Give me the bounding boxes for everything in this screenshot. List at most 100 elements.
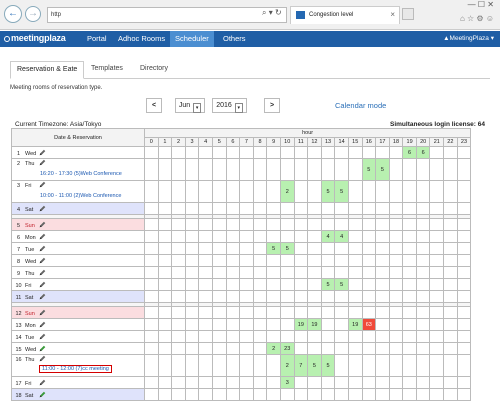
hour-cell	[211, 230, 227, 243]
hour-cell	[225, 306, 241, 319]
window-controls[interactable]: — ☐ ✕	[468, 0, 494, 9]
browser-toolbar-icons[interactable]: ⌂ ☆ ⚙ ☺	[460, 14, 494, 23]
app-logo[interactable]: meetingplaza	[4, 33, 66, 43]
hour-cell	[293, 330, 309, 343]
hour-cell	[239, 230, 254, 243]
pencil-icon[interactable]	[39, 379, 46, 386]
hour-cell	[211, 146, 227, 159]
hour-cell	[293, 218, 309, 231]
hour-cell	[334, 254, 349, 267]
hour-cell	[375, 342, 390, 355]
hour-cell	[429, 354, 445, 377]
hour-cell	[293, 278, 309, 291]
hour-cell	[171, 290, 186, 303]
hour-cell	[334, 318, 349, 331]
pencil-icon[interactable]	[39, 345, 46, 352]
address-bar-icons[interactable]: ⌕ ▾ ↻	[262, 8, 282, 18]
back-arrow-icon[interactable]: ←	[4, 5, 22, 23]
hour-cell	[184, 158, 200, 181]
tab-templates[interactable]: Templates	[85, 61, 129, 79]
pencil-icon[interactable]	[39, 257, 46, 264]
hour-cell	[211, 388, 227, 401]
pencil-icon[interactable]	[39, 233, 46, 240]
hour-cell	[429, 218, 445, 231]
hour-cell	[239, 158, 254, 181]
forward-arrow-icon[interactable]: →	[25, 6, 41, 22]
hour-cell	[184, 254, 200, 267]
day-number: 8	[16, 258, 21, 265]
hour-header-cell: 18	[388, 137, 404, 147]
reservation-link[interactable]: 11:00 - 12:00 (7)cc meeting	[39, 365, 112, 373]
pencil-icon[interactable]	[39, 321, 46, 328]
hour-cell	[443, 318, 458, 331]
pencil-icon[interactable]	[39, 245, 46, 252]
hour-cell	[307, 146, 322, 159]
timezone-label: Current Timezone: Asia/Tokyo	[15, 121, 102, 128]
tab-directory[interactable]: Directory	[134, 61, 174, 79]
next-month-button[interactable]: >	[264, 98, 280, 113]
year-select[interactable]: 2016 ▾	[212, 98, 247, 113]
hour-cell	[347, 330, 363, 343]
date-column-header: Date & Reservation	[11, 128, 145, 147]
tab-reservation[interactable]: Reservation & Eate	[10, 61, 85, 79]
pencil-icon[interactable]	[39, 281, 46, 288]
hour-cell	[402, 342, 417, 355]
hour-cell	[415, 158, 431, 181]
user-menu[interactable]: ▲MeetingPlaza ▾	[443, 31, 494, 47]
hour-cell	[456, 376, 472, 389]
pencil-icon[interactable]	[39, 181, 46, 189]
day-row: 8 Wed	[11, 254, 472, 267]
menu-adhoc-rooms[interactable]: Adhoc Rooms	[113, 31, 170, 47]
month-select[interactable]: Jun ▾	[175, 98, 205, 113]
hour-cell	[266, 278, 281, 291]
pencil-icon[interactable]	[39, 221, 46, 228]
hour-cell	[144, 278, 159, 291]
hour-cell	[266, 318, 281, 331]
hour-cell	[347, 290, 363, 303]
address-bar[interactable]: http	[47, 7, 287, 23]
day-row: 11 Sat	[11, 290, 472, 303]
date-cell: 7 Tue	[11, 242, 145, 255]
calendar-mode-link[interactable]: Calendar mode	[335, 101, 386, 110]
new-tab-button[interactable]	[402, 8, 414, 20]
hour-cell	[198, 376, 213, 389]
date-cell: 10 Fri	[11, 278, 145, 291]
menu-portal[interactable]: Portal	[82, 31, 112, 47]
reservation-link[interactable]: 16:20 - 17:30 (5)Web Conference	[40, 171, 122, 177]
prev-month-button[interactable]: <	[146, 98, 162, 113]
hour-cell: 6	[402, 146, 417, 159]
hour-cell	[415, 376, 431, 389]
hour-cell	[429, 180, 445, 203]
hour-cell	[157, 376, 173, 389]
day-number: 4	[16, 206, 21, 213]
pencil-icon[interactable]	[39, 391, 46, 398]
menu-others[interactable]: Others	[218, 31, 251, 47]
hour-header-cell: 16	[361, 137, 377, 147]
pencil-icon[interactable]	[39, 293, 46, 300]
pencil-icon[interactable]	[39, 333, 46, 340]
pencil-icon[interactable]	[39, 159, 46, 167]
pencil-icon[interactable]	[39, 149, 46, 156]
hour-cell	[347, 306, 363, 319]
pencil-icon[interactable]	[39, 205, 46, 212]
hour-cell	[429, 376, 445, 389]
browser-tab[interactable]: Congestion level ×	[290, 6, 400, 24]
menu-scheduler[interactable]: Scheduler	[170, 31, 214, 47]
hour-cell	[415, 318, 431, 331]
pencil-icon[interactable]	[39, 355, 46, 363]
day-row: 12 Sun	[11, 306, 472, 319]
hour-cell	[388, 342, 404, 355]
pencil-icon[interactable]	[39, 269, 46, 276]
hour-cell	[225, 254, 241, 267]
hour-header-cell: 12	[307, 137, 322, 147]
hour-cell	[429, 230, 445, 243]
pencil-icon[interactable]	[39, 309, 46, 316]
hour-cell	[144, 342, 159, 355]
reservation-link[interactable]: 10:00 - 11:00 (2)Web Conference	[40, 193, 121, 199]
close-tab-icon[interactable]: ×	[390, 7, 395, 23]
hour-cell	[279, 158, 295, 181]
hour-cell: 7	[293, 354, 309, 377]
hour-cell	[388, 242, 404, 255]
hour-cell	[293, 266, 309, 279]
hour-cell	[415, 278, 431, 291]
